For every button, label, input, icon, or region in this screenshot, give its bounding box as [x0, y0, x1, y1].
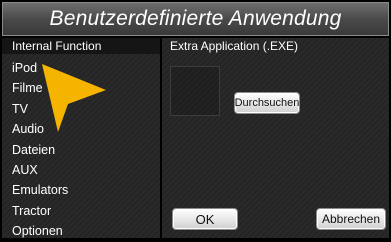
browse-button[interactable]: Durchsuchen: [234, 92, 300, 114]
internal-function-header: Internal Function: [2, 38, 160, 54]
cancel-button[interactable]: Abbrechen: [316, 208, 386, 230]
list-item-emulators[interactable]: Emulators: [2, 180, 160, 200]
list-item-audio[interactable]: Audio: [2, 119, 160, 139]
list-item-optionen[interactable]: Optionen: [2, 221, 160, 241]
title-bar: Benutzerdefinierte Anwendung: [2, 2, 389, 36]
list-item-ipod[interactable]: iPod: [2, 58, 160, 78]
list-item-dateien[interactable]: Dateien: [2, 140, 160, 160]
list-item-tractor[interactable]: Tractor: [2, 201, 160, 221]
ok-button[interactable]: OK: [172, 208, 238, 230]
window-title: Benutzerdefinierte Anwendung: [49, 7, 342, 30]
extra-application-header: Extra Application (.EXE): [170, 39, 299, 53]
internal-function-panel: Internal Function iPod Filme TV Audio Da…: [2, 38, 160, 238]
list-item-tv[interactable]: TV: [2, 99, 160, 119]
list-item-filme[interactable]: Filme: [2, 78, 160, 98]
application-icon-preview: [170, 66, 220, 116]
extra-application-panel: Extra Application (.EXE) Durchsuchen OK …: [162, 38, 389, 238]
list-item-aux[interactable]: AUX: [2, 160, 160, 180]
internal-function-list: iPod Filme TV Audio Dateien AUX Emulator…: [2, 58, 160, 242]
